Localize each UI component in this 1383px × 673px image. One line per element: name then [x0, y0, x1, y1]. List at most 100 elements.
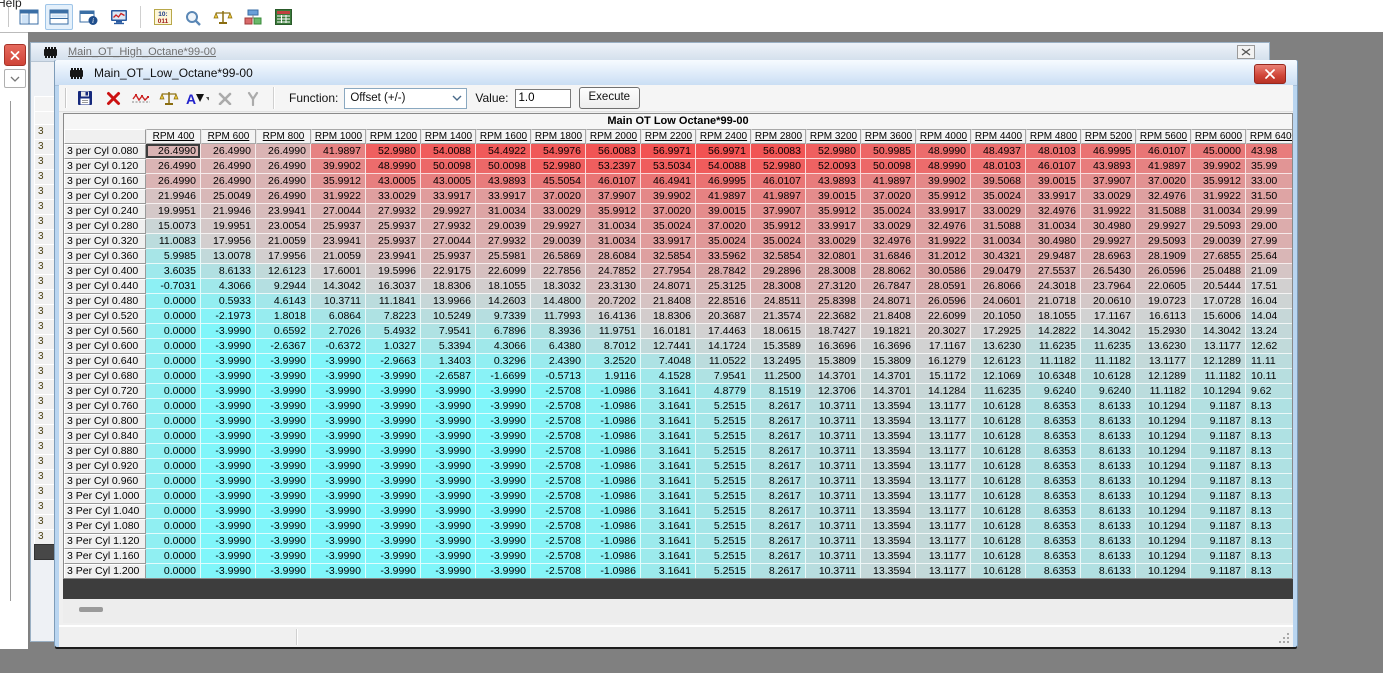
table-cell[interactable]: 14.3701 [861, 369, 916, 384]
table-cell[interactable]: 20.5444 [1191, 279, 1246, 294]
table-cell[interactable]: -3.9990 [256, 414, 311, 429]
table-cell[interactable]: 7.4048 [641, 354, 696, 369]
table-cell[interactable]: 26.7847 [861, 279, 916, 294]
table-cell[interactable]: 26.4990 [256, 159, 311, 174]
table-cell[interactable]: 3.1641 [641, 489, 696, 504]
table-cell[interactable]: 13.9966 [421, 294, 476, 309]
table-cell[interactable]: 10.6128 [971, 474, 1026, 489]
table-cell[interactable]: 24.8071 [861, 294, 916, 309]
table-cell[interactable]: 13.1177 [916, 414, 971, 429]
table-cell[interactable]: 23.9941 [256, 204, 311, 219]
table-cell[interactable]: 8.6353 [1026, 519, 1081, 534]
table-cell[interactable]: 3.1641 [641, 474, 696, 489]
table-cell[interactable]: 3.6035 [146, 264, 201, 279]
table-cell[interactable]: -3.9990 [201, 384, 256, 399]
table-cell[interactable]: 13.3594 [861, 549, 916, 564]
table-cell[interactable]: 9.6240 [1026, 384, 1081, 399]
table-cell[interactable]: 25.9937 [366, 234, 421, 249]
table-cell[interactable]: 13.1177 [1191, 339, 1246, 354]
table-cell[interactable]: 21.3574 [751, 309, 806, 324]
table-cell[interactable]: 5.2515 [696, 489, 751, 504]
table-cell[interactable]: 13.1177 [916, 489, 971, 504]
table-cell[interactable]: -3.9990 [201, 429, 256, 444]
table-cell[interactable]: 37.9907 [586, 189, 641, 204]
table-cell[interactable]: 11.7993 [531, 309, 586, 324]
table-cell[interactable]: 35.0024 [696, 234, 751, 249]
table-cell[interactable]: 9.1187 [1191, 564, 1246, 579]
table-cell[interactable]: 13.24 [1246, 324, 1293, 339]
table-cell[interactable]: 16.3696 [861, 339, 916, 354]
table-cell[interactable]: 29.5093 [1191, 219, 1246, 234]
table-cell[interactable]: 35.0024 [861, 204, 916, 219]
table-cell[interactable]: 21.0718 [1026, 294, 1081, 309]
table-cell[interactable]: 31.2012 [916, 249, 971, 264]
row-header[interactable]: 3 Per Cyl 1.080 [64, 519, 146, 534]
horizontal-scrollbar[interactable] [63, 599, 1293, 623]
table-cell[interactable]: -2.6587 [421, 369, 476, 384]
table-cell[interactable]: 41.9897 [861, 174, 916, 189]
table-cell[interactable]: -3.9990 [421, 489, 476, 504]
table-cell[interactable]: -3.9990 [476, 549, 531, 564]
table-cell[interactable]: 12.7441 [641, 339, 696, 354]
table-cell[interactable]: 21.9946 [201, 204, 256, 219]
table-cell[interactable]: 10.6128 [971, 444, 1026, 459]
table-cell[interactable]: -3.9990 [366, 369, 421, 384]
table-cell[interactable]: 29.9927 [1136, 219, 1191, 234]
table-cell[interactable]: -3.9990 [256, 459, 311, 474]
table-cell[interactable]: 27.99 [1246, 234, 1293, 249]
row-header[interactable]: 3 per Cyl 0.240 [64, 204, 146, 219]
table-cell[interactable]: 25.9937 [311, 219, 366, 234]
table-cell[interactable]: 6.0864 [311, 309, 366, 324]
binary-view-icon[interactable]: 10:011 [149, 4, 177, 30]
table-cell[interactable]: 2.7026 [311, 324, 366, 339]
table-cell[interactable]: 26.8066 [971, 279, 1026, 294]
table-cell[interactable]: -3.9990 [476, 384, 531, 399]
table-cell[interactable]: 9.2944 [256, 279, 311, 294]
table-cell[interactable]: 10.11 [1246, 369, 1293, 384]
table-cell[interactable]: -3.9990 [201, 324, 256, 339]
table-cell[interactable]: -3.9990 [421, 459, 476, 474]
table-cell[interactable]: 27.6855 [1191, 249, 1246, 264]
table-cell[interactable]: -3.9990 [366, 399, 421, 414]
table-cell[interactable]: -3.9990 [201, 369, 256, 384]
table-cell[interactable]: 11.1182 [1136, 384, 1191, 399]
table-cell[interactable]: 27.5537 [1026, 264, 1081, 279]
table-cell[interactable]: 50.9985 [861, 144, 916, 159]
table-cell[interactable]: -3.9990 [311, 519, 366, 534]
table-cell[interactable]: 14.3701 [806, 369, 861, 384]
table-cell[interactable]: 22.8516 [696, 294, 751, 309]
table-cell[interactable]: 46.9995 [1081, 144, 1136, 159]
table-cell[interactable]: 37.0020 [696, 219, 751, 234]
table-editor-window[interactable]: Main_OT_Low_Octane*99-00 A Function: Off… [55, 60, 1297, 647]
table-cell[interactable]: -3.9990 [366, 489, 421, 504]
row-header[interactable]: 3 Per Cyl 1.000 [64, 489, 146, 504]
table-cell[interactable]: 37.9907 [751, 204, 806, 219]
window-titlebar[interactable]: Main_OT_Low_Octane*99-00 [55, 60, 1297, 86]
table-cell[interactable]: 29.0039 [476, 219, 531, 234]
table-cell[interactable]: -3.9990 [256, 369, 311, 384]
table-cell[interactable]: 8.6133 [1081, 474, 1136, 489]
table-cell[interactable]: 11.11 [1246, 354, 1293, 369]
row-header[interactable]: 3 per Cyl 0.960 [64, 474, 146, 489]
table-cell[interactable]: 27.7954 [641, 264, 696, 279]
table-cell[interactable]: 0.5933 [201, 294, 256, 309]
table-cell[interactable]: 37.0020 [861, 189, 916, 204]
table-cell[interactable]: -2.5708 [531, 549, 586, 564]
table-cell[interactable]: -3.9990 [311, 474, 366, 489]
table-cell[interactable]: -3.9990 [421, 399, 476, 414]
table-cell[interactable]: 9.1187 [1191, 399, 1246, 414]
row-header[interactable]: 3 per Cyl 0.640 [64, 354, 146, 369]
table-cell[interactable]: 10.1294 [1136, 549, 1191, 564]
table-cell[interactable]: 54.0088 [421, 144, 476, 159]
table-cell[interactable]: 53.5034 [641, 159, 696, 174]
table-cell[interactable]: 50.0098 [476, 159, 531, 174]
row-header[interactable]: 3 per Cyl 0.880 [64, 444, 146, 459]
table-cell[interactable]: 8.6353 [1026, 444, 1081, 459]
table-cell[interactable]: 26.4990 [201, 174, 256, 189]
table-cell[interactable]: 9.1187 [1191, 504, 1246, 519]
table-cell[interactable]: 28.3008 [751, 279, 806, 294]
table-cell[interactable]: -3.9990 [366, 534, 421, 549]
table-cell[interactable]: 11.1182 [1081, 354, 1136, 369]
table-cell[interactable]: -3.9990 [311, 444, 366, 459]
table-cell[interactable]: 10.1294 [1136, 414, 1191, 429]
